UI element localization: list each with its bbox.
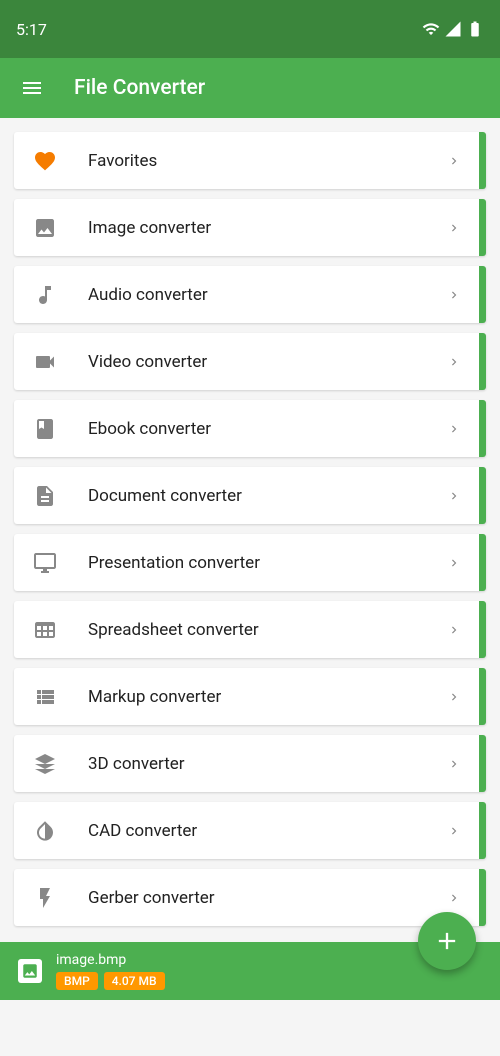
converter-video[interactable]: Video converter <box>14 333 486 390</box>
converter-favorites[interactable]: Favorites <box>14 132 486 189</box>
converter-markup[interactable]: Markup converter <box>14 668 486 725</box>
format-badge: BMP <box>56 972 98 990</box>
heart-icon <box>32 148 58 174</box>
status-time: 5:17 <box>16 20 47 39</box>
app-bar: File Converter <box>0 58 500 118</box>
converter-image[interactable]: Image converter <box>14 199 486 256</box>
converter-cad[interactable]: CAD converter <box>14 802 486 859</box>
image-icon <box>21 962 39 980</box>
converter-label: Ebook converter <box>88 419 447 439</box>
converter-3d[interactable]: 3D converter <box>14 735 486 792</box>
chevron-right-icon <box>447 489 461 503</box>
battery-icon <box>466 20 484 38</box>
wifi-icon <box>422 20 440 38</box>
cad-icon <box>32 818 58 844</box>
converter-label: Image converter <box>88 218 447 238</box>
converter-label: Presentation converter <box>88 553 447 573</box>
converter-label: CAD converter <box>88 821 447 841</box>
file-badges: BMP 4.07 MB <box>56 972 165 990</box>
hamburger-icon[interactable] <box>20 76 44 100</box>
chevron-right-icon <box>447 221 461 235</box>
converter-label: Audio converter <box>88 285 447 305</box>
converter-label: 3D converter <box>88 754 447 774</box>
markup-icon <box>32 684 58 710</box>
image-icon <box>32 215 58 241</box>
converter-label: Spreadsheet converter <box>88 620 447 640</box>
plus-icon <box>433 927 461 955</box>
converter-label: Gerber converter <box>88 888 447 908</box>
presentation-icon <box>32 550 58 576</box>
document-icon <box>32 483 58 509</box>
video-icon <box>32 349 58 375</box>
converter-spreadsheet[interactable]: Spreadsheet converter <box>14 601 486 658</box>
3d-icon <box>32 751 58 777</box>
chevron-right-icon <box>447 355 461 369</box>
chevron-right-icon <box>447 757 461 771</box>
app-title: File Converter <box>74 76 205 100</box>
converter-document[interactable]: Document converter <box>14 467 486 524</box>
chevron-right-icon <box>447 154 461 168</box>
converter-presentation[interactable]: Presentation converter <box>14 534 486 591</box>
add-fab[interactable] <box>418 912 476 970</box>
file-name: image.bmp <box>56 952 165 968</box>
converter-label: Video converter <box>88 352 447 372</box>
file-info: image.bmp BMP 4.07 MB <box>56 952 165 990</box>
chevron-right-icon <box>447 422 461 436</box>
chevron-right-icon <box>447 556 461 570</box>
status-bar: 5:17 <box>0 0 500 58</box>
chevron-right-icon <box>447 824 461 838</box>
status-right <box>422 20 484 38</box>
audio-icon <box>32 282 58 308</box>
gerber-icon <box>32 885 58 911</box>
converter-gerber[interactable]: Gerber converter <box>14 869 486 926</box>
chevron-right-icon <box>447 623 461 637</box>
size-badge: 4.07 MB <box>104 972 165 990</box>
converter-audio[interactable]: Audio converter <box>14 266 486 323</box>
converter-label: Markup converter <box>88 687 447 707</box>
converter-list: Favorites Image converter Audio converte… <box>0 118 500 1056</box>
spreadsheet-icon <box>32 617 58 643</box>
signal-icon <box>444 20 462 38</box>
converter-ebook[interactable]: Ebook converter <box>14 400 486 457</box>
file-thumbnail <box>18 959 42 983</box>
chevron-right-icon <box>447 288 461 302</box>
chevron-right-icon <box>447 690 461 704</box>
converter-label: Favorites <box>88 151 447 171</box>
converter-label: Document converter <box>88 486 447 506</box>
ebook-icon <box>32 416 58 442</box>
chevron-right-icon <box>447 891 461 905</box>
